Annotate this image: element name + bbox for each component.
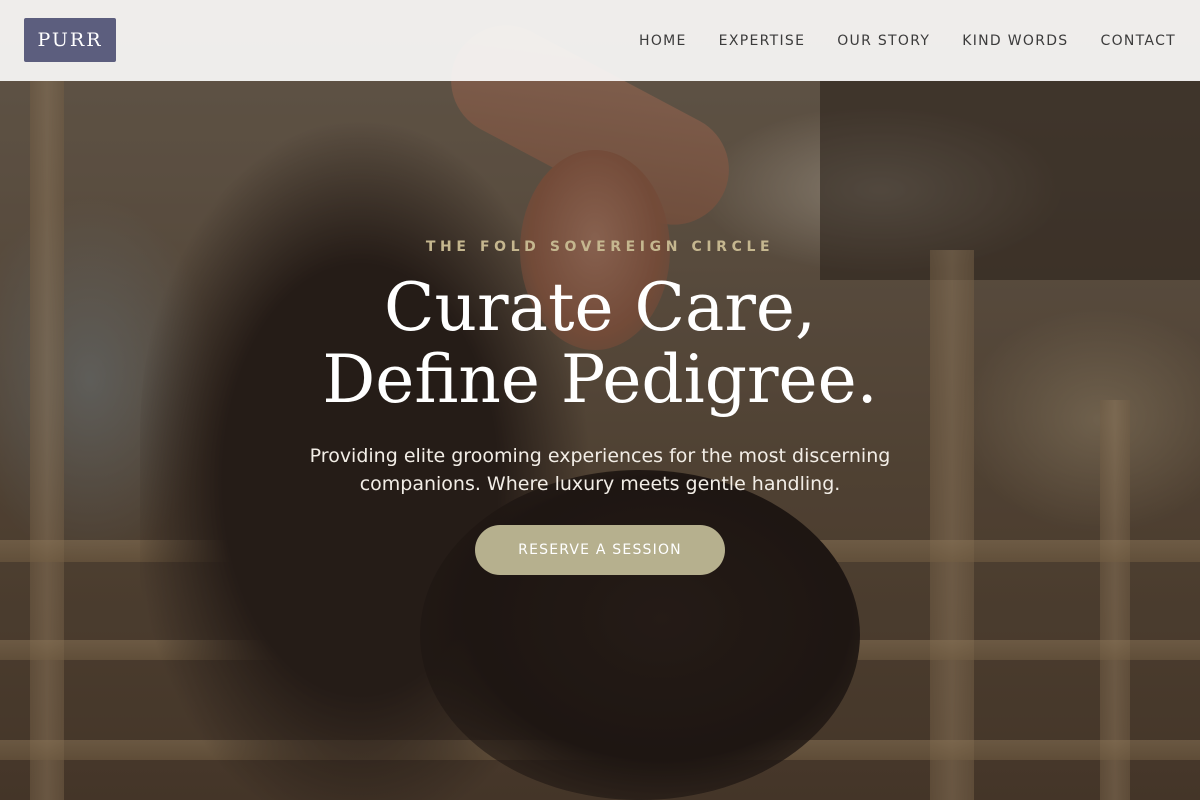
hero-headline-line-1: Curate Care, [384,269,816,346]
hero-subtext: Providing elite grooming experiences for… [309,445,891,495]
logo[interactable]: PURR [24,18,116,62]
nav-kind-words[interactable]: KIND WORDS [962,33,1068,49]
nav-expertise[interactable]: EXPERTISE [719,33,806,49]
nav-contact[interactable]: CONTACT [1101,33,1177,49]
nav-home[interactable]: HOME [639,33,687,49]
hero-section: THE FOLD SOVEREIGN CIRCLE Curate Care, D… [0,0,1200,800]
site-header: PURR HOME EXPERTISE OUR STORY KIND WORDS… [0,0,1200,81]
hero-headline: Curate Care, Define Pedigree. [0,272,1200,416]
hero-headline-line-2: Define Pedigree. [322,341,878,418]
hero-eyebrow: THE FOLD SOVEREIGN CIRCLE [425,239,775,255]
reserve-session-button[interactable]: RESERVE A SESSION [475,525,725,575]
main-nav: HOME EXPERTISE OUR STORY KIND WORDS CONT… [639,0,1176,81]
nav-our-story[interactable]: OUR STORY [837,33,930,49]
